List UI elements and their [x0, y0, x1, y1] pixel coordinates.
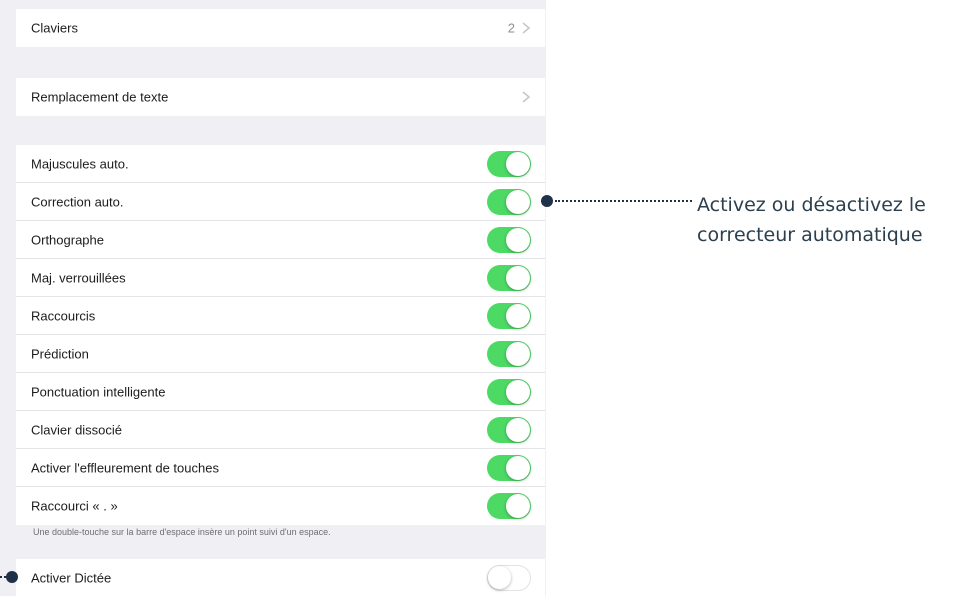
chevron-right-icon — [522, 22, 531, 34]
toggle-row-spelling: Orthographe — [16, 221, 545, 259]
toggle-label: Activer l'effleurement de touches — [31, 460, 219, 475]
toggle-label: Maj. verrouillées — [31, 270, 126, 285]
toggle-knob — [506, 303, 530, 328]
toggle-label: Ponctuation intelligente — [31, 384, 166, 399]
period-shortcut-toggle[interactable] — [487, 493, 531, 519]
dictation-leader-line — [0, 576, 6, 578]
spelling-toggle[interactable] — [487, 226, 531, 253]
toggle-label: Correction auto. — [31, 194, 124, 209]
text-replacement-label: Remplacement de texte — [31, 89, 169, 105]
toggle-knob — [506, 417, 530, 442]
dictation-marker-dot — [6, 571, 18, 583]
key-flicks-toggle[interactable] — [487, 454, 531, 481]
keyboards-row[interactable]: Claviers 2 — [16, 9, 545, 47]
toggle-knob — [506, 341, 530, 366]
keyboards-group: Claviers 2 — [16, 9, 545, 47]
annotation-leader-line — [555, 200, 692, 202]
split-keyboard-toggle[interactable] — [487, 416, 531, 443]
toggle-knob — [506, 227, 530, 252]
settings-panel: Claviers 2 Remplacement de texte Majuscu… — [0, 0, 546, 597]
caps-lock-toggle[interactable] — [487, 264, 531, 291]
keyboards-count: 2 — [507, 20, 515, 36]
text-replacement-group: Remplacement de texte — [16, 78, 545, 116]
toggle-row-split-keyboard: Clavier dissocié — [16, 411, 545, 449]
toggle-label: Clavier dissocié — [31, 422, 123, 437]
toggle-row-shortcuts: Raccourcis — [16, 297, 545, 335]
toggle-knob — [506, 494, 530, 518]
toggle-label: Prédiction — [31, 346, 89, 361]
chevron-right-icon — [522, 91, 531, 103]
toggle-knob — [488, 566, 511, 589]
toggle-label: Orthographe — [31, 232, 104, 247]
annotation-line-2: correcteur automatique — [697, 224, 923, 246]
predictive-toggle[interactable] — [487, 340, 531, 367]
annotation-line-1: Activez ou désactivez le — [697, 194, 926, 216]
toggle-label: Raccourci « . » — [31, 498, 118, 514]
toggle-row-predictive: Prédiction — [16, 335, 545, 373]
auto-capitalization-toggle[interactable] — [487, 150, 531, 177]
toggle-label: Raccourcis — [31, 308, 96, 323]
toggle-knob — [506, 455, 530, 480]
toggle-label: Majuscules auto. — [31, 156, 129, 171]
toggle-knob — [506, 189, 530, 214]
toggle-knob — [506, 265, 530, 290]
toggle-row-caps-lock: Maj. verrouillées — [16, 259, 545, 297]
toggle-row-auto-correction: Correction auto. — [16, 183, 545, 221]
toggle-knob — [506, 151, 530, 176]
keyboards-label: Claviers — [31, 20, 78, 36]
toggle-row-auto-capitalization: Majuscules auto. — [16, 145, 545, 183]
dictation-group: Activer Dictée — [16, 559, 545, 597]
dictation-label: Activer Dictée — [31, 570, 112, 586]
toggle-row-smart-punctuation: Ponctuation intelligente — [16, 373, 545, 411]
dictation-toggle[interactable] — [487, 565, 531, 591]
annotation-marker-dot — [541, 195, 553, 207]
annotation-text: Activez ou désactivez le correcteur auto… — [697, 190, 965, 250]
period-shortcut-footnote: Une double-touche sur la barre d'espace … — [33, 527, 331, 537]
toggle-row-key-flicks: Activer l'effleurement de touches — [16, 449, 545, 487]
shortcuts-toggle[interactable] — [487, 302, 531, 329]
auto-correction-toggle[interactable] — [487, 188, 531, 215]
smart-punctuation-toggle[interactable] — [487, 378, 531, 405]
toggle-row-period-shortcut: Raccourci « . » — [16, 487, 545, 525]
toggle-knob — [506, 379, 530, 404]
keyboard-options-group: Majuscules auto. Correction auto. Orthog… — [16, 145, 545, 525]
toggle-row-dictation: Activer Dictée — [16, 559, 545, 597]
text-replacement-row[interactable]: Remplacement de texte — [16, 78, 545, 116]
